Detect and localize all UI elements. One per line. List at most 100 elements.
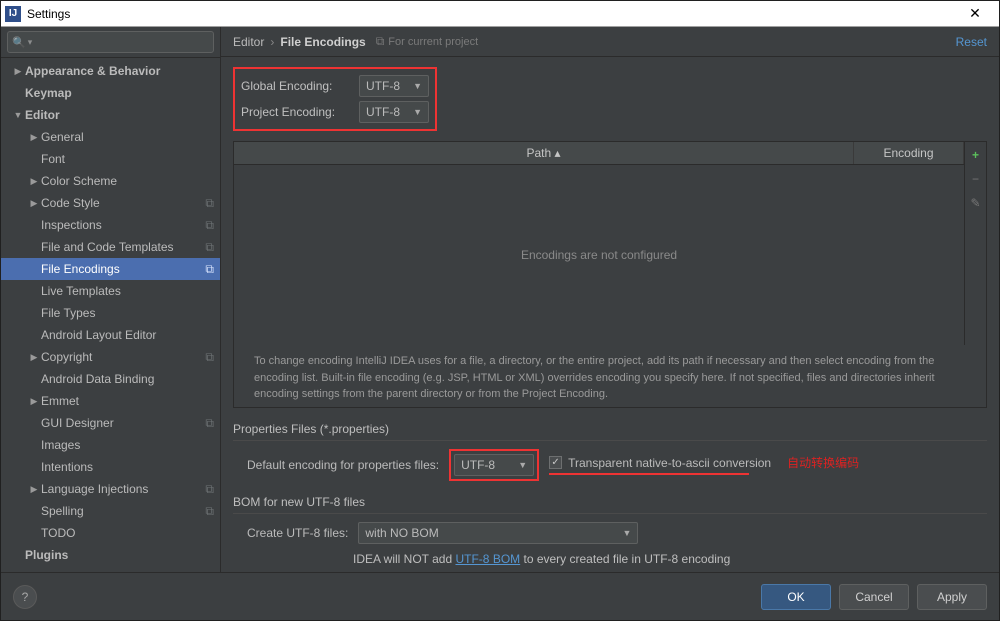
annotation-underline [549, 473, 749, 475]
table-hint: To change encoding IntelliJ IDEA uses fo… [254, 353, 982, 403]
settings-window: IJ Settings ✕ 🔍 ▾ ▶Appearance & Behavior… [0, 0, 1000, 621]
tree-item-plugins[interactable]: Plugins [1, 544, 220, 566]
window-title: Settings [27, 7, 955, 21]
breadcrumb-leaf: File Encodings [280, 35, 365, 49]
project-scope-icon: ⧉ [205, 504, 214, 519]
search-caret-icon: ▾ [28, 37, 33, 48]
tree-item-file-types[interactable]: File Types [1, 302, 220, 324]
tree-item-label: Color Scheme [41, 174, 214, 188]
project-encoding-select[interactable]: UTF-8 ▼ [359, 101, 429, 123]
add-row-button[interactable]: + [972, 148, 979, 162]
tree-item-images[interactable]: Images [1, 434, 220, 456]
scope-label: For current project [388, 36, 478, 48]
tree-item-label: Keymap [25, 86, 214, 100]
tree-item-font[interactable]: Font [1, 148, 220, 170]
tree-item-label: Images [41, 438, 214, 452]
tree-item-label: File and Code Templates [41, 240, 205, 254]
edit-row-button[interactable]: ✎ [970, 196, 980, 210]
tree-item-inspections[interactable]: Inspections⧉ [1, 214, 220, 236]
tree-item-color-scheme[interactable]: ▶Color Scheme [1, 170, 220, 192]
tree-item-label: Android Layout Editor [41, 328, 214, 342]
arrow-placeholder [27, 154, 41, 164]
project-scope-icon: ⧉ [205, 196, 214, 211]
tree-item-code-style[interactable]: ▶Code Style⧉ [1, 192, 220, 214]
chevron-right-icon: ▶ [11, 66, 25, 77]
tree-item-language-injections[interactable]: ▶Language Injections⧉ [1, 478, 220, 500]
search-input[interactable] [36, 35, 209, 49]
bom-create-label: Create UTF-8 files: [247, 526, 348, 540]
bom-hint-suffix: to every created file in UTF-8 encoding [520, 552, 730, 566]
scope-icon: ⧉ [376, 34, 385, 49]
tree-item-live-templates[interactable]: Live Templates [1, 280, 220, 302]
content-area: Global Encoding: UTF-8 ▼ Project Encodin… [221, 57, 999, 572]
annotation-text: 自动转换编码 [787, 454, 859, 471]
tree-item-label: Spelling [41, 504, 205, 518]
arrow-placeholder [27, 440, 41, 450]
tree-item-file-encodings[interactable]: File Encodings⧉ [1, 258, 220, 280]
tree-item-appearance-behavior[interactable]: ▶Appearance & Behavior [1, 60, 220, 82]
col-encoding[interactable]: Encoding [854, 142, 964, 164]
project-encoding-value: UTF-8 [366, 105, 400, 119]
apply-button[interactable]: Apply [917, 584, 987, 610]
chevron-down-icon: ▼ [622, 528, 631, 538]
arrow-placeholder [11, 550, 25, 560]
tree-item-label: Inspections [41, 218, 205, 232]
transparent-ascii-checkbox[interactable]: ✓ [549, 456, 562, 469]
tree-item-label: File Types [41, 306, 214, 320]
tree-item-copyright[interactable]: ▶Copyright⧉ [1, 346, 220, 368]
help-button[interactable]: ? [13, 585, 37, 609]
tree-item-general[interactable]: ▶General [1, 126, 220, 148]
sidebar: 🔍 ▾ ▶Appearance & Behavior Keymap ▼Editor… [1, 27, 221, 572]
bom-hint: IDEA will NOT add UTF-8 BOM to every cre… [353, 552, 987, 566]
ok-button[interactable]: OK [761, 584, 831, 610]
arrow-placeholder [27, 374, 41, 384]
properties-encoding-select[interactable]: UTF-8 ▼ [454, 454, 534, 476]
global-encoding-label: Global Encoding: [241, 79, 351, 93]
project-scope-icon: ⧉ [205, 240, 214, 255]
transparent-ascii-option[interactable]: ✓ Transparent native-to-ascii conversion… [549, 454, 859, 475]
close-button[interactable]: ✕ [955, 5, 995, 22]
tree-item-todo[interactable]: TODO [1, 522, 220, 544]
tree-item-spelling[interactable]: Spelling⧉ [1, 500, 220, 522]
tree-item-label: Plugins [25, 548, 214, 562]
bom-create-select[interactable]: with NO BOM ▼ [358, 522, 638, 544]
transparent-ascii-label: Transparent native-to-ascii conversion [568, 456, 771, 470]
chevron-right-icon: ▶ [27, 198, 41, 209]
tree-item-label: GUI Designer [41, 416, 205, 430]
chevron-right-icon: ▶ [27, 484, 41, 495]
bom-hint-link[interactable]: UTF-8 BOM [455, 552, 520, 566]
arrow-placeholder [27, 220, 41, 230]
chevron-right-icon: ▶ [27, 352, 41, 363]
bom-section-label: BOM for new UTF-8 files [233, 495, 987, 509]
global-encoding-select[interactable]: UTF-8 ▼ [359, 75, 429, 97]
tree-item-android-data-binding[interactable]: Android Data Binding [1, 368, 220, 390]
arrow-placeholder [27, 462, 41, 472]
arrow-placeholder [11, 88, 25, 98]
tree-item-label: Copyright [41, 350, 205, 364]
properties-select-highlight: UTF-8 ▼ [449, 449, 539, 481]
breadcrumb-root[interactable]: Editor [233, 35, 264, 49]
project-encoding-label: Project Encoding: [241, 105, 351, 119]
bom-hint-prefix: IDEA will NOT add [353, 552, 455, 566]
tree-item-label: File Encodings [41, 262, 205, 276]
arrow-placeholder [27, 308, 41, 318]
arrow-placeholder [27, 264, 41, 274]
tree-item-label: Font [41, 152, 214, 166]
tree-item-file-and-code-templates[interactable]: File and Code Templates⧉ [1, 236, 220, 258]
tree-item-gui-designer[interactable]: GUI Designer⧉ [1, 412, 220, 434]
remove-row-button[interactable]: − [972, 172, 979, 186]
chevron-down-icon: ▼ [11, 110, 25, 120]
cancel-button[interactable]: Cancel [839, 584, 909, 610]
properties-section-label: Properties Files (*.properties) [233, 422, 987, 436]
search-box[interactable]: 🔍 ▾ [7, 31, 214, 53]
reset-link[interactable]: Reset [956, 35, 987, 49]
tree-item-emmet[interactable]: ▶Emmet [1, 390, 220, 412]
footer: ? OK Cancel Apply [1, 572, 999, 620]
tree-item-label: Emmet [41, 394, 214, 408]
tree-item-keymap[interactable]: Keymap [1, 82, 220, 104]
col-path[interactable]: Path ▴ [234, 142, 854, 164]
tree-item-intentions[interactable]: Intentions [1, 456, 220, 478]
tree-item-android-layout-editor[interactable]: Android Layout Editor [1, 324, 220, 346]
tree-item-editor[interactable]: ▼Editor [1, 104, 220, 126]
arrow-placeholder [27, 528, 41, 538]
